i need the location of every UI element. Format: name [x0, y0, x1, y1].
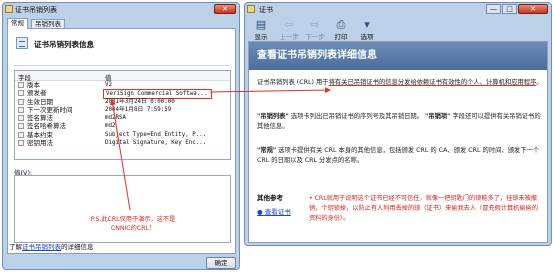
paragraph-revocation-tab: "吊销列表" 选项卡列出已吊销证书的序列号及其吊销日期。 "吊销项" 字段还可以… [257, 112, 543, 132]
field-list[interactable]: 字段 值 版本 V2 颁发者 VeriSign Commercial Softw… [14, 70, 231, 160]
forward-label: 下一步 [305, 33, 325, 41]
field-name: 密钥用法 [27, 139, 53, 148]
options-icon: ▾ [364, 18, 370, 31]
crl-dialog-title: 证书吊销列表 [15, 6, 57, 14]
p3-text: 选项卡提供有关 CRL 本身的其他信息，包括颁发 CRL 的 CA、颁发 CRL… [257, 147, 540, 164]
learn-more-text: 了解证书吊销列表的详细信息 [9, 241, 94, 251]
options-button[interactable]: ▾ 选项 [356, 18, 378, 41]
ok-button[interactable]: 确定 [206, 257, 236, 269]
field-icon [18, 115, 24, 122]
field-icon [18, 123, 24, 130]
print-button[interactable]: ⎙ 打印 [330, 18, 352, 41]
p2-bold2: "吊销项" [425, 113, 451, 120]
maximize-button[interactable]: □ [502, 4, 517, 14]
divider [14, 65, 229, 66]
field-name: 签名算法 [27, 114, 53, 123]
other-references: 其他参考 查看证书 • CRL就用于说明这个证书已经不可信任，就像一把钥匙门的锁… [257, 192, 543, 232]
show-button[interactable]: ▤ 显示 [250, 18, 272, 41]
paragraph-crl-intro: 证书吊销列表 (CRL) 用于将有关已吊销证书的信息分发给依赖证书有效性的个人、… [257, 78, 543, 88]
view-certificate-link[interactable]: 查看证书 [257, 206, 291, 216]
field-value: Digital Signature, Key Enc... [105, 140, 207, 147]
paragraph-general-tab: "常规" 选项卡提供有关 CRL 本身的其他信息，包括颁发 CRL 的 CA、颁… [257, 146, 543, 166]
p3-bold: "常规" [257, 147, 277, 154]
field-name: 版本 [27, 81, 40, 89]
help-icon [247, 5, 255, 13]
back-arrow-icon: ⇦ [284, 18, 294, 31]
list-row[interactable]: 签名哈希算法 md2 [15, 122, 230, 130]
field-name: 签名哈希算法 [27, 122, 66, 131]
help-content: 查看证书吊销列表详细信息 证书吊销列表 (CRL) 用于将有关已吊销证书的信息分… [248, 41, 548, 243]
close-button[interactable]: ✕ [518, 4, 548, 14]
field-value: Subject Type=End Entity, P... [105, 131, 207, 138]
field-icon [18, 140, 24, 147]
options-label: 选项 [360, 33, 374, 41]
field-value: 2004年1月8日 7:59:59 [105, 106, 172, 113]
certificate-icon [5, 5, 13, 13]
help-toolbar: ▤ 显示 ⇦ 上一步 ⇨ 下一步 ⎙ 打印 ▾ 选项 [248, 17, 548, 41]
p1-highlight: 将有关已吊销证书的信息分发给依赖证书有效性的个人、计算机和应用程序 [328, 79, 537, 86]
list-row[interactable]: 密钥用法 Digital Signature, Key Enc... [15, 139, 230, 147]
p2-bold: "吊销列表" [257, 113, 289, 120]
crl-dialog-titlebar[interactable]: 证书吊销列表 ✕ [3, 3, 239, 16]
learn-more-link[interactable]: 证书吊销列表 [22, 243, 61, 251]
help-titlebar[interactable]: 证书 — □ ✕ [245, 3, 551, 16]
crl-dialog-window: 证书吊销列表 ✕ 常规 吊销列表 证书吊销列表信息 字段 值 版本 V2 颁发者… [2, 2, 240, 270]
forward-button[interactable]: ⇨ 下一步 [304, 18, 326, 41]
annotation-note: P.S.此CRL仅用于演示，这不是CNNIC的CRL！ [90, 216, 176, 232]
back-label: 上一步 [279, 33, 299, 41]
field-value: md2 [105, 123, 116, 130]
tab-general[interactable]: 常规 [7, 18, 28, 29]
list-row[interactable]: 生效日期 2001年3月24日 0:00:00 [15, 98, 230, 106]
list-row[interactable]: 基本约束 Subject Type=End Entity, P... [15, 131, 230, 139]
learn-more-suffix: 的详细信息 [61, 243, 94, 251]
field-name: 生效日期 [27, 97, 53, 106]
forward-arrow-icon: ⇨ [310, 18, 320, 31]
show-label: 显示 [254, 33, 268, 41]
p1-end: 。 [536, 79, 543, 86]
p1-start: 证书吊销列表 (CRL) 用于 [257, 79, 329, 86]
field-icon [18, 106, 24, 113]
field-icon [18, 131, 24, 138]
field-icon [18, 98, 24, 105]
field-value: V2 [105, 82, 112, 88]
other-references-title: 其他参考 [257, 194, 283, 202]
list-row[interactable]: 版本 V2 [15, 81, 230, 89]
show-icon: ▤ [255, 18, 267, 31]
learn-more-prefix: 了解 [9, 243, 22, 251]
print-label: 打印 [334, 33, 348, 41]
annotation-note-right: • CRL就用于说明这个证书已经不可信任，就像一把钥匙门的锁能多了，挂锁未被撤销… [309, 195, 538, 222]
field-name: 基本约束 [27, 130, 53, 139]
close-button[interactable]: ✕ [214, 4, 236, 14]
general-tab-panel: 证书吊销列表信息 字段 值 版本 V2 颁发者 VeriSign Commerc… [7, 28, 236, 254]
crl-info-icon [16, 37, 28, 49]
list-row-issuer[interactable]: 颁发者 VeriSign Commercial Softwa... [15, 89, 230, 100]
list-header: 字段 值 [15, 71, 230, 82]
help-title: 证书 [259, 6, 273, 14]
printer-icon: ⎙ [336, 18, 346, 31]
help-heading: 查看证书吊销列表详细信息 [249, 42, 547, 70]
field-value: md2RSA [105, 115, 126, 122]
field-value: 2001年3月24日 0:00:00 [105, 98, 175, 105]
field-icon [18, 82, 24, 88]
field-icon [18, 90, 24, 97]
list-row[interactable]: 下一次更新时间 2004年1月8日 7:59:59 [15, 106, 230, 114]
crl-info-heading: 证书吊销列表信息 [34, 40, 94, 49]
field-name: 下一次更新时间 [27, 105, 73, 114]
field-name: 颁发者 [27, 89, 47, 98]
p2-text: 选项卡列出已吊销证书的序列号及其吊销日期。 [290, 113, 423, 120]
help-window: 证书 — □ ✕ ▤ 显示 ⇦ 上一步 ⇨ 下一步 ⎙ 打印 ▾ 选项 查看证书… [244, 2, 552, 246]
back-button[interactable]: ⇦ 上一步 [278, 18, 300, 41]
minimize-button[interactable]: — [486, 4, 501, 14]
